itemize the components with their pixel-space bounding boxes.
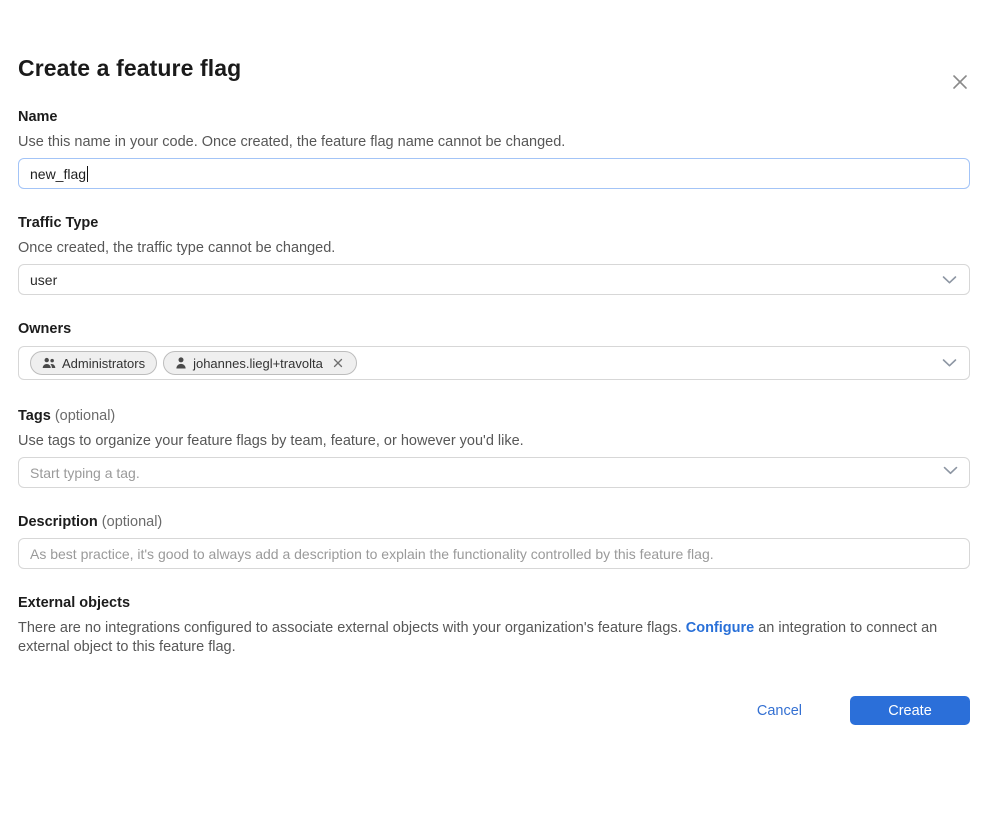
tags-input[interactable]: [18, 457, 970, 488]
traffic-type-helper-text: Once created, the traffic type cannot be…: [18, 239, 970, 258]
traffic-type-select[interactable]: user: [18, 264, 970, 295]
external-objects-section: External objects There are no integratio…: [18, 594, 970, 656]
description-optional-text: (optional): [102, 514, 162, 530]
name-input-value: new_flag: [30, 166, 86, 182]
page-title: Create a feature flag: [18, 54, 970, 82]
tags-label: Tags (optional): [18, 407, 970, 426]
description-section: Description (optional): [18, 513, 970, 569]
name-label: Name: [18, 108, 970, 127]
create-button[interactable]: Create: [850, 696, 970, 725]
create-feature-flag-modal: Create a feature flag Name Use this name…: [0, 54, 988, 725]
close-button[interactable]: [947, 69, 973, 95]
description-label: Description (optional): [18, 513, 970, 532]
owner-chip-label: Administrators: [62, 356, 145, 371]
tags-optional-text: (optional): [55, 408, 115, 424]
chevron-down-icon: [942, 359, 957, 368]
description-input[interactable]: [18, 538, 970, 569]
owner-chip-administrators[interactable]: Administrators: [30, 351, 157, 375]
group-icon: [42, 357, 56, 369]
tags-label-text: Tags: [18, 408, 51, 424]
name-input[interactable]: new_flag: [18, 158, 970, 189]
external-objects-text: There are no integrations configured to …: [18, 619, 970, 656]
external-objects-label: External objects: [18, 594, 970, 613]
owner-chip-label: johannes.liegl+travolta: [193, 356, 323, 371]
chevron-down-icon: [942, 275, 957, 284]
description-label-text: Description: [18, 514, 98, 530]
cancel-button[interactable]: Cancel: [753, 703, 806, 719]
traffic-type-section: Traffic Type Once created, the traffic t…: [18, 214, 970, 295]
person-icon: [175, 357, 187, 369]
owners-select[interactable]: Administrators johannes.liegl+travolta: [18, 346, 970, 380]
modal-footer: Cancel Create: [18, 696, 970, 725]
name-section: Name Use this name in your code. Once cr…: [18, 108, 970, 189]
name-helper-text: Use this name in your code. Once created…: [18, 133, 970, 152]
close-icon: [950, 72, 970, 92]
tags-section: Tags (optional) Use tags to organize you…: [18, 407, 970, 488]
owners-section: Owners Administrators johannes.liegl+tra…: [18, 320, 970, 380]
owners-label: Owners: [18, 320, 970, 339]
traffic-type-label: Traffic Type: [18, 214, 970, 233]
traffic-type-selected-value: user: [30, 272, 57, 288]
owner-chip-user[interactable]: johannes.liegl+travolta: [163, 351, 357, 375]
configure-link[interactable]: Configure: [686, 620, 754, 636]
external-objects-text-before: There are no integrations configured to …: [18, 620, 686, 636]
remove-owner-button[interactable]: [331, 356, 345, 370]
text-caret: [87, 166, 88, 182]
remove-x-icon: [333, 358, 343, 368]
tags-helper-text: Use tags to organize your feature flags …: [18, 432, 970, 451]
